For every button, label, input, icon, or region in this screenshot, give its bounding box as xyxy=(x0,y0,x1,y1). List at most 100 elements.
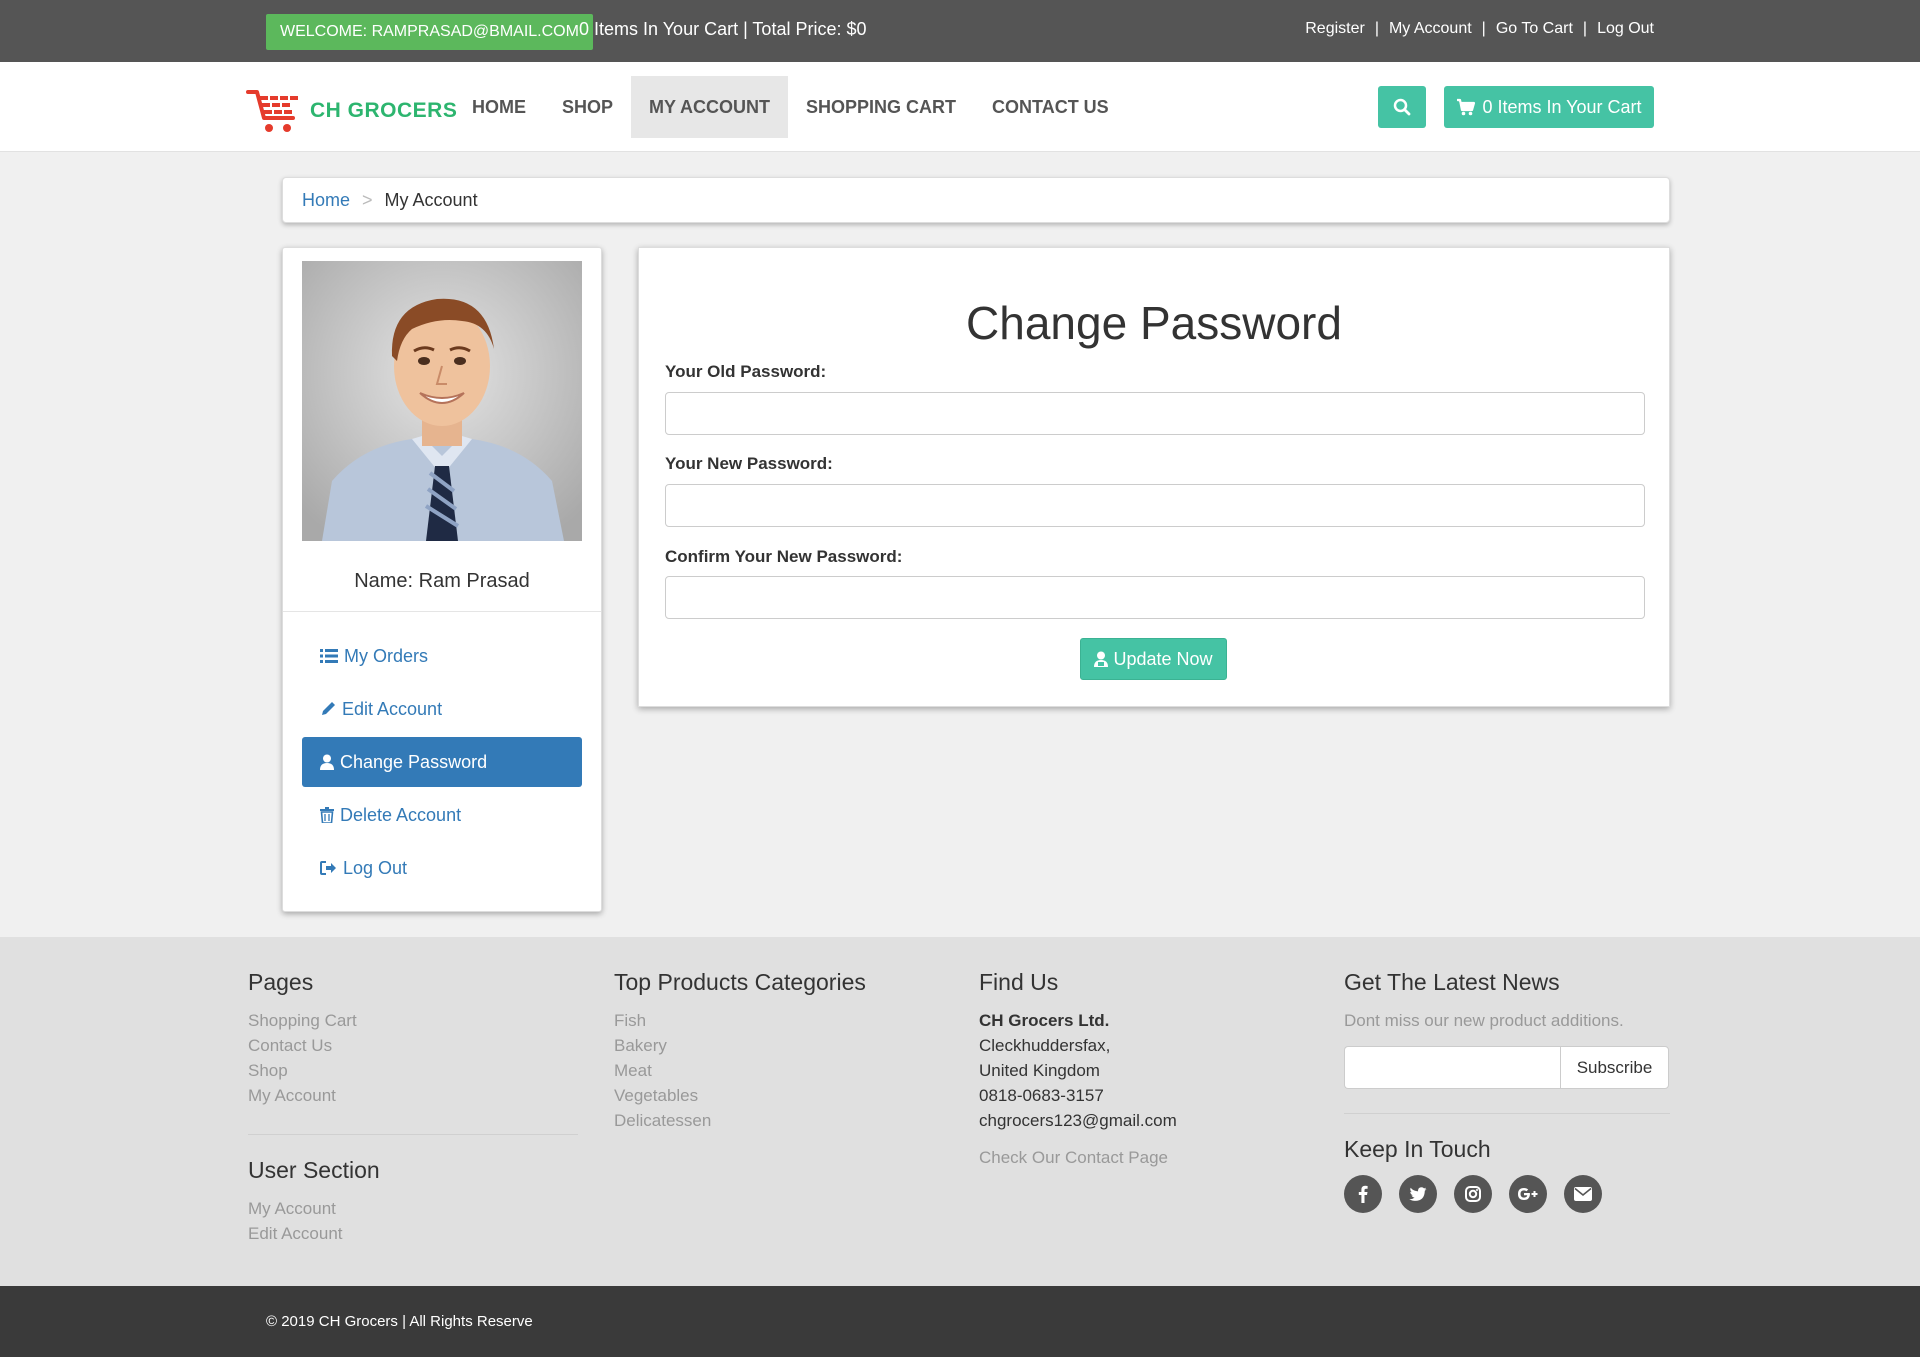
menu-item-change-password[interactable]: Change Password xyxy=(302,737,582,787)
breadcrumb-divider: > xyxy=(362,189,373,210)
footer-categories: Top Products Categories Fish Bakery Meat… xyxy=(614,969,944,1133)
social-links xyxy=(1344,1175,1670,1213)
footer-pages: Pages Shopping Cart Contact Us Shop My A… xyxy=(248,969,578,1246)
footer-link-edit-account[interactable]: Edit Account xyxy=(248,1221,578,1246)
update-now-button[interactable]: Update Now xyxy=(1080,638,1227,680)
menu-item-label: Change Password xyxy=(340,751,488,772)
top-bar: WELCOME: RAMPRASAD@BMAIL.COM 0 Items In … xyxy=(0,0,1920,62)
separator: | xyxy=(1374,20,1379,37)
search-icon xyxy=(1393,98,1411,116)
welcome-badge: WELCOME: RAMPRASAD@BMAIL.COM xyxy=(266,14,593,50)
separator: | xyxy=(1481,20,1486,37)
footer-link-my-account[interactable]: My Account xyxy=(248,1083,578,1108)
old-password-input[interactable] xyxy=(665,392,1645,435)
address-line-2: United Kingdom xyxy=(979,1061,1100,1080)
go-to-cart-link[interactable]: Go To Cart xyxy=(1496,20,1573,38)
page-title: Change Password xyxy=(966,297,1342,349)
user-secret-icon xyxy=(1094,651,1109,667)
footer-news: Get The Latest News Dont miss our new pr… xyxy=(1344,969,1670,1213)
search-button[interactable] xyxy=(1378,86,1426,128)
contact-page-link[interactable]: Check Our Contact Page xyxy=(979,1145,1309,1170)
separator: | xyxy=(1582,20,1588,37)
envelope-icon[interactable] xyxy=(1564,1175,1602,1213)
footer: Pages Shopping Cart Contact Us Shop My A… xyxy=(0,937,1920,1286)
footer-link-shop[interactable]: Shop xyxy=(248,1058,578,1083)
old-password-label: Your Old Password: xyxy=(665,362,827,381)
footer-category-fish[interactable]: Fish xyxy=(614,1008,944,1033)
footer-category-delicatessen[interactable]: Delicatessen xyxy=(614,1108,944,1133)
pencil-icon xyxy=(322,702,335,715)
trash-icon xyxy=(320,807,334,823)
footer-link-user-my-account[interactable]: My Account xyxy=(248,1196,578,1221)
nav-contact-us[interactable]: CONTACT US xyxy=(974,76,1127,138)
keep-in-touch-title: Keep In Touch xyxy=(1344,1136,1491,1162)
subscribe-email-input[interactable] xyxy=(1344,1046,1560,1089)
menu-item-label: Edit Account xyxy=(342,698,443,719)
confirm-password-input[interactable] xyxy=(665,576,1645,619)
menu-item-label: My Orders xyxy=(344,645,429,666)
contact-email: chgrocers123@gmail.com xyxy=(979,1111,1177,1130)
footer-find-us-title: Find Us xyxy=(979,969,1059,995)
avatar xyxy=(302,261,582,541)
main-nav: HOME SHOP MY ACCOUNT SHOPPING CART CONTA… xyxy=(454,76,1127,138)
footer-pages-title: Pages xyxy=(248,969,314,995)
footer-find-us: Find Us CH Grocers Ltd. Cleckhuddersfax,… xyxy=(979,969,1309,1170)
news-text: Dont miss our new product additions. xyxy=(1344,1011,1624,1030)
address-line-1: Cleckhuddersfax, xyxy=(979,1036,1111,1055)
profile-name: Name: Ram Prasad xyxy=(354,570,530,592)
menu-item-my-orders[interactable]: My Orders xyxy=(302,631,582,681)
update-now-label: Update Now xyxy=(1113,648,1213,669)
menu-item-log-out[interactable]: Log Out xyxy=(302,843,582,893)
footer-category-meat[interactable]: Meat xyxy=(614,1058,944,1083)
subscribe-button[interactable]: Subscribe xyxy=(1560,1046,1669,1089)
menu-item-edit-account[interactable]: Edit Account xyxy=(302,684,582,734)
confirm-password-label: Confirm Your New Password: xyxy=(665,547,903,566)
logo-text: CH GROCERS xyxy=(310,99,458,122)
subscribe-form: Subscribe xyxy=(1344,1046,1670,1089)
cart-button[interactable]: 0 Items In Your Cart xyxy=(1444,86,1654,128)
menu-item-label: Log Out xyxy=(343,857,408,878)
facebook-icon[interactable] xyxy=(1344,1175,1382,1213)
twitter-icon[interactable] xyxy=(1399,1175,1437,1213)
new-password-input[interactable] xyxy=(665,484,1645,527)
footer-divider xyxy=(1344,1113,1670,1114)
list-icon xyxy=(320,649,338,663)
nav-home[interactable]: HOME xyxy=(454,76,544,138)
nav-my-account[interactable]: MY ACCOUNT xyxy=(631,76,789,138)
google-plus-icon[interactable] xyxy=(1509,1175,1547,1213)
profile-photo xyxy=(302,261,582,541)
user-icon xyxy=(320,754,334,770)
register-link[interactable]: Register xyxy=(1305,20,1365,38)
shopping-cart-logo-icon xyxy=(246,90,298,132)
log-out-link[interactable]: Log Out xyxy=(1597,20,1654,38)
footer-user-section-title: User Section xyxy=(248,1157,380,1183)
breadcrumb-current: My Account xyxy=(384,189,478,210)
logo[interactable]: CH GROCERS xyxy=(246,86,457,136)
footer-news-title: Get The Latest News xyxy=(1344,969,1560,995)
bottom-bar: © 2019 CH Grocers | All Rights Reserve xyxy=(0,1286,1920,1357)
breadcrumb-home[interactable]: Home xyxy=(302,190,350,211)
breadcrumb: Home > My Account xyxy=(282,177,1670,223)
footer-categories-title: Top Products Categories xyxy=(614,969,866,995)
company-name: CH Grocers Ltd. xyxy=(979,1011,1110,1030)
cart-summary: 0 Items In Your Cart | Total Price: $0 xyxy=(579,19,867,39)
instagram-icon[interactable] xyxy=(1454,1175,1492,1213)
footer-category-vegetables[interactable]: Vegetables xyxy=(614,1083,944,1108)
main-navbar: CH GROCERS HOME SHOP MY ACCOUNT SHOPPING… xyxy=(0,62,1920,152)
change-password-panel: Change Password Your Old Password: Your … xyxy=(638,247,1670,707)
new-password-label: Your New Password: xyxy=(665,454,833,473)
copyright: © 2019 CH Grocers | All Rights Reserve xyxy=(266,1313,533,1330)
profile-card: Name: Ram Prasad My Orders Edit Account … xyxy=(282,247,602,912)
phone-number: 0818-0683-3157 xyxy=(979,1086,1104,1105)
sign-out-icon xyxy=(320,861,336,875)
footer-category-bakery[interactable]: Bakery xyxy=(614,1033,944,1058)
footer-link-contact-us[interactable]: Contact Us xyxy=(248,1033,578,1058)
menu-item-delete-account[interactable]: Delete Account xyxy=(302,790,582,840)
nav-shopping-cart[interactable]: SHOPPING CART xyxy=(788,76,974,138)
nav-shop[interactable]: SHOP xyxy=(544,76,631,138)
top-links: Register | My Account | Go To Cart | Log… xyxy=(1305,20,1654,38)
footer-divider xyxy=(248,1134,578,1135)
footer-link-shopping-cart[interactable]: Shopping Cart xyxy=(248,1008,578,1033)
cart-icon xyxy=(1457,98,1476,116)
my-account-link[interactable]: My Account xyxy=(1389,20,1472,38)
